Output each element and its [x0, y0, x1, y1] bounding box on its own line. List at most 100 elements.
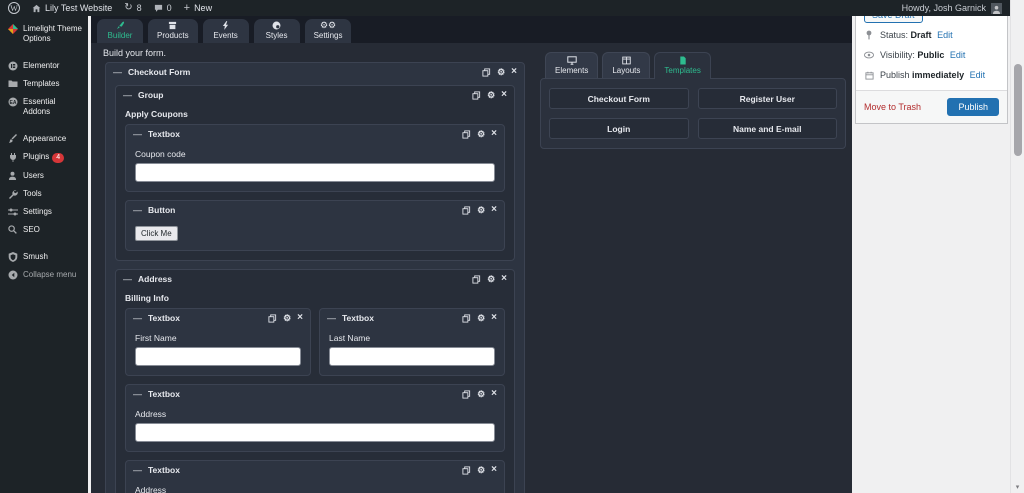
gear-icon[interactable]: ⚙ — [477, 390, 485, 399]
sidebar-item-label: Collapse menu — [23, 270, 76, 280]
comments-link[interactable]: 0 — [154, 3, 172, 13]
sidebar-item-collapse-menu[interactable]: Collapse menu — [0, 266, 88, 284]
template-button-login[interactable]: Login — [549, 118, 689, 139]
block-header[interactable]: — Button ⚙ × — [126, 201, 504, 219]
close-icon[interactable]: × — [511, 68, 517, 76]
svg-text:EA: EA — [9, 100, 16, 106]
howdy-account-link[interactable]: Howdy, Josh Garnick — [902, 3, 986, 13]
gear-icon[interactable]: ⚙ — [497, 68, 505, 77]
block-header[interactable]: — Group ⚙ × — [116, 86, 514, 104]
tab-elements[interactable]: Elements — [545, 52, 598, 78]
tab-templates[interactable]: Templates — [654, 52, 710, 79]
tab-settings[interactable]: ⚙⚙ Settings — [305, 19, 352, 43]
collapse-dash-icon[interactable]: — — [113, 67, 122, 77]
edit-visibility-link[interactable]: Edit — [950, 50, 966, 60]
wordpress-logo-icon[interactable]: W — [8, 2, 20, 14]
address-input[interactable] — [135, 423, 495, 442]
gear-icon[interactable]: ⚙ — [487, 275, 495, 284]
duplicate-icon[interactable] — [462, 314, 471, 323]
sidebar-item-users[interactable]: Users — [0, 167, 88, 185]
duplicate-icon[interactable] — [482, 68, 491, 77]
block-header[interactable]: — Textbox ⚙ × — [126, 125, 504, 143]
click-me-button[interactable]: Click Me — [135, 226, 178, 241]
close-icon[interactable]: × — [501, 91, 507, 99]
block-header[interactable]: — Textbox ⚙ × — [126, 461, 504, 479]
tab-label: Builder — [108, 31, 133, 40]
scrollbar-down-arrow[interactable]: ▾ — [1011, 483, 1024, 491]
close-icon[interactable]: × — [491, 390, 497, 398]
sidebar-item-seo[interactable]: SEO — [0, 221, 88, 239]
site-name-link[interactable]: Lily Test Website — [32, 3, 112, 13]
last-name-input[interactable] — [329, 347, 495, 366]
collapse-dash-icon[interactable]: — — [123, 90, 132, 100]
sidebar-item-settings[interactable]: Settings — [0, 203, 88, 221]
collapse-dash-icon[interactable]: — — [327, 313, 336, 323]
sidebar-item-elementor[interactable]: Elementor — [0, 57, 88, 75]
collapse-dash-icon[interactable]: — — [133, 389, 142, 399]
tab-label: Layouts — [612, 66, 640, 75]
block-header[interactable]: — Checkout Form ⚙ × — [106, 63, 524, 81]
duplicate-icon[interactable] — [462, 390, 471, 399]
edit-status-link[interactable]: Edit — [937, 30, 953, 40]
sidebar-item-appearance[interactable]: Appearance — [0, 130, 88, 148]
duplicate-icon[interactable] — [462, 206, 471, 215]
collapse-dash-icon[interactable]: — — [133, 313, 142, 323]
duplicate-icon[interactable] — [462, 130, 471, 139]
form-builder-region: Builder Products Events Styles ⚙⚙ Settin… — [91, 16, 852, 493]
close-icon[interactable]: × — [491, 206, 497, 214]
edit-publish-time-link[interactable]: Edit — [970, 70, 986, 80]
collapse-dash-icon[interactable]: — — [133, 129, 142, 139]
palette-icon — [272, 21, 281, 30]
sidebar-item-limelight-theme-options[interactable]: Limelight Theme Options — [0, 20, 88, 48]
tab-builder[interactable]: Builder — [97, 19, 143, 43]
publish-button[interactable]: Publish — [947, 98, 999, 116]
sidebar-item-templates[interactable]: Templates — [0, 75, 88, 93]
collapse-dash-icon[interactable]: — — [123, 274, 132, 284]
group-section-label: Apply Coupons — [125, 109, 505, 119]
coupon-code-input[interactable] — [135, 163, 495, 182]
duplicate-icon[interactable] — [472, 91, 481, 100]
block-header[interactable]: — Textbox ⚙ × — [126, 385, 504, 403]
gear-icon[interactable]: ⚙ — [477, 314, 485, 323]
sidebar-item-essential-addons[interactable]: EA Essential Addons — [0, 93, 88, 121]
lightning-icon — [222, 21, 229, 30]
duplicate-icon[interactable] — [472, 275, 481, 284]
block-header[interactable]: — Address ⚙ × — [116, 270, 514, 288]
block-header[interactable]: — Textbox ⚙ × — [126, 309, 310, 327]
tab-products[interactable]: Products — [148, 19, 198, 43]
scrollbar-thumb[interactable] — [1014, 64, 1022, 156]
tab-events[interactable]: Events — [203, 19, 249, 43]
move-to-trash-link[interactable]: Move to Trash — [864, 102, 921, 112]
gear-icon[interactable]: ⚙ — [477, 206, 485, 215]
close-icon[interactable]: × — [297, 314, 303, 322]
close-icon[interactable]: × — [491, 130, 497, 138]
sidebar-item-smush[interactable]: Smush — [0, 248, 88, 266]
close-icon[interactable]: × — [491, 466, 497, 474]
template-button-name-and-email[interactable]: Name and E-mail — [698, 118, 838, 139]
close-icon[interactable]: × — [501, 275, 507, 283]
gear-icon[interactable]: ⚙ — [487, 91, 495, 100]
block-header[interactable]: — Textbox ⚙ × — [320, 309, 504, 327]
close-icon[interactable]: × — [491, 314, 497, 322]
tab-styles[interactable]: Styles — [254, 19, 300, 43]
template-button-checkout-form[interactable]: Checkout Form — [549, 88, 689, 109]
updates-link[interactable]: ↻ 8 — [124, 3, 141, 13]
gear-icon[interactable]: ⚙ — [477, 466, 485, 475]
gear-icon[interactable]: ⚙ — [283, 314, 291, 323]
status-row: Status: Draft Edit — [856, 25, 1007, 45]
sidebar-item-tools[interactable]: Tools — [0, 185, 88, 203]
sidebar-item-plugins[interactable]: Plugins4 — [0, 148, 88, 167]
avatar[interactable] — [991, 3, 1002, 14]
tab-layouts[interactable]: Layouts — [602, 52, 650, 78]
field-label: Address — [135, 409, 495, 419]
gear-icon[interactable]: ⚙ — [477, 130, 485, 139]
collapse-dash-icon[interactable]: — — [133, 465, 142, 475]
tab-label: Styles — [266, 31, 288, 40]
sidebar-item-label: Appearance — [23, 134, 66, 144]
collapse-dash-icon[interactable]: — — [133, 205, 142, 215]
duplicate-icon[interactable] — [462, 466, 471, 475]
new-content-link[interactable]: + New — [184, 3, 212, 13]
duplicate-icon[interactable] — [268, 314, 277, 323]
first-name-input[interactable] — [135, 347, 301, 366]
template-button-register-user[interactable]: Register User — [698, 88, 838, 109]
